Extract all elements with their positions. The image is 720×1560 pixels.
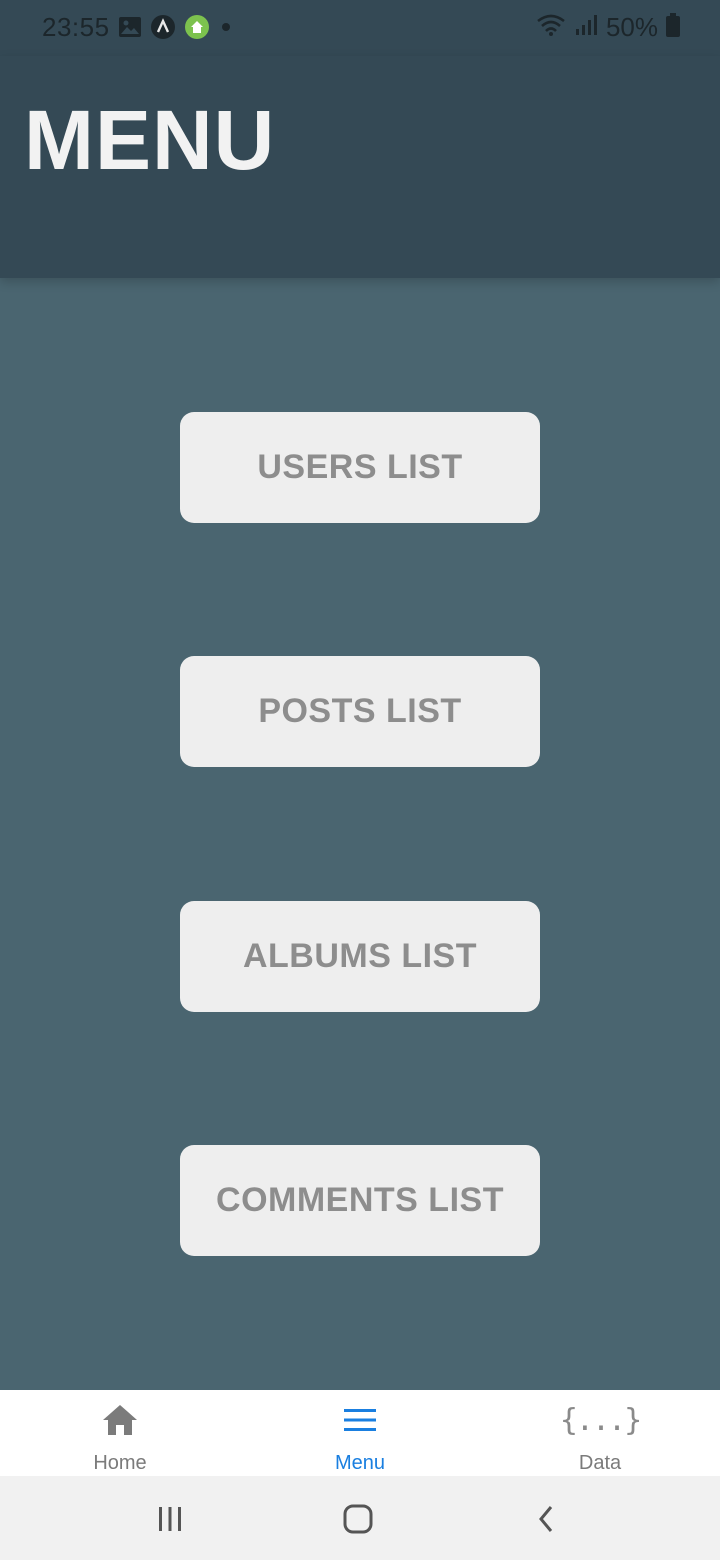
app-header: MENU — [0, 56, 720, 278]
tab-home-label: Home — [93, 1452, 147, 1474]
users-list-button[interactable]: USERS LIST — [180, 412, 540, 523]
wifi-icon — [536, 13, 566, 42]
back-icon[interactable] — [526, 1502, 566, 1536]
tab-data-label: Data — [578, 1452, 622, 1474]
tab-menu[interactable]: Menu — [240, 1390, 480, 1476]
status-icons-left — [118, 14, 234, 45]
a-icon — [150, 14, 176, 45]
dot-icon — [218, 19, 234, 40]
battery-icon — [666, 13, 680, 42]
signal-icon — [574, 13, 598, 42]
menu-icon — [342, 1402, 378, 1438]
albums-list-button[interactable]: ALBUMS LIST — [180, 901, 540, 1012]
home-button-icon[interactable] — [338, 1502, 378, 1536]
braces-glyph: {...} — [559, 1402, 642, 1438]
recent-apps-icon[interactable] — [150, 1502, 190, 1536]
comments-list-button[interactable]: COMMENTS LIST — [180, 1145, 540, 1256]
battery-level: 50% — [605, 12, 658, 42]
status-time: 23:55 — [42, 12, 110, 42]
page-title: MENU — [24, 93, 276, 187]
tab-menu-label: Menu — [334, 1452, 386, 1474]
braces-icon: {...} — [559, 1402, 642, 1438]
tab-home[interactable]: Home — [0, 1390, 240, 1476]
home-app-icon — [184, 14, 210, 45]
bottom-tab-bar: Home Menu {...} Data — [0, 1390, 720, 1476]
gallery-icon — [118, 16, 142, 43]
status-bar: 23:55 50% — [0, 0, 720, 56]
home-icon — [101, 1402, 139, 1438]
status-icons-right: 50% — [536, 12, 680, 43]
posts-list-button[interactable]: POSTS LIST — [180, 656, 540, 767]
app-screen: 23:55 50% MENU USERS LIST POSTS LIST ALB… — [0, 0, 720, 1560]
system-nav-bar — [0, 1476, 720, 1560]
tab-data[interactable]: {...} Data — [480, 1390, 720, 1476]
